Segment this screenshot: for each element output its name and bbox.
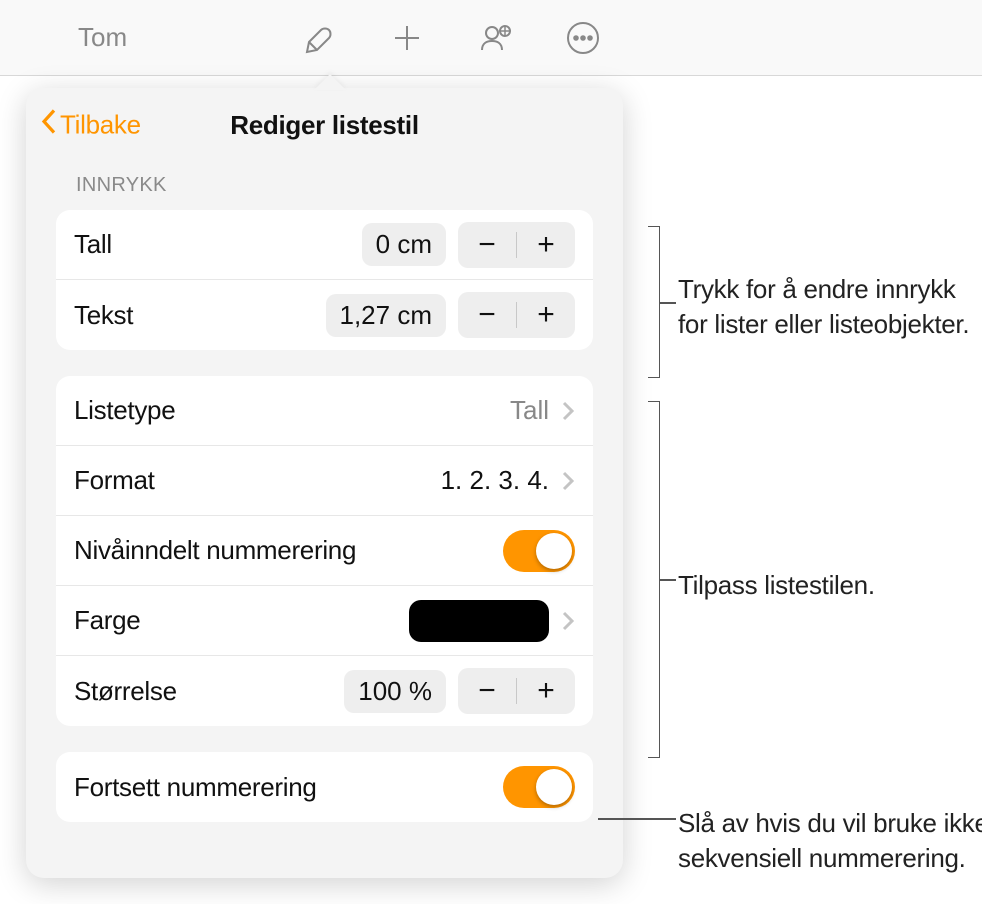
style-card: Listetype Tall Format 1. 2. 3. 4. Nivåin…: [56, 376, 593, 726]
callout-line: [598, 818, 676, 820]
continue-numbering-row: Fortsett nummerering: [56, 752, 593, 822]
size-label: Størrelse: [74, 676, 177, 707]
callout-line: [660, 579, 676, 581]
back-label: Tilbake: [60, 110, 141, 141]
size-decrease-button[interactable]: −: [458, 668, 516, 714]
chevron-left-icon: [40, 108, 58, 143]
indent-card: Tall 0 cm − + Tekst 1,27 cm − +: [56, 210, 593, 350]
color-label: Farge: [74, 605, 140, 636]
continue-numbering-toggle[interactable]: [503, 766, 575, 808]
toggle-knob: [536, 769, 572, 805]
indent-text-decrease-button[interactable]: −: [458, 292, 516, 338]
chevron-right-icon: [561, 400, 575, 422]
size-increase-button[interactable]: +: [517, 668, 575, 714]
indent-text-increase-button[interactable]: +: [517, 292, 575, 338]
toolbar-icons: [300, 19, 602, 57]
list-type-row[interactable]: Listetype Tall: [56, 376, 593, 446]
toggle-knob: [536, 533, 572, 569]
indent-section-label: INNRYKK: [26, 162, 623, 205]
continue-numbering-label: Fortsett nummerering: [74, 772, 317, 803]
more-icon[interactable]: [564, 19, 602, 57]
size-stepper: − +: [458, 668, 575, 714]
callout-bracket: [648, 226, 660, 378]
indent-text-label: Tekst: [74, 300, 133, 331]
format-row[interactable]: Format 1. 2. 3. 4.: [56, 446, 593, 516]
callout-continue: Slå av hvis du vil bruke ikke-sekvensiel…: [678, 806, 982, 876]
continue-card: Fortsett nummerering: [56, 752, 593, 822]
indent-number-label: Tall: [74, 229, 112, 260]
callout-style: Tilpass listestilen.: [678, 568, 978, 603]
popover-title: Rediger listestil: [230, 110, 419, 141]
color-swatch: [409, 600, 549, 642]
callout-indent: Trykk for å endre innrykk for lister ell…: [678, 272, 978, 342]
list-type-value: Tall: [510, 395, 549, 426]
tiered-numbering-label: Nivåinndelt nummerering: [74, 535, 356, 566]
toolbar: Tom: [0, 0, 982, 76]
callout-line: [660, 302, 676, 304]
document-title[interactable]: Tom: [78, 22, 127, 53]
indent-text-row: Tekst 1,27 cm − +: [56, 280, 593, 350]
tiered-numbering-toggle[interactable]: [503, 530, 575, 572]
tiered-numbering-row: Nivåinndelt nummerering: [56, 516, 593, 586]
collaborate-icon[interactable]: [476, 19, 514, 57]
indent-number-increase-button[interactable]: +: [517, 222, 575, 268]
indent-text-value[interactable]: 1,27 cm: [326, 294, 447, 337]
back-button[interactable]: Tilbake: [40, 108, 141, 143]
format-label: Format: [74, 465, 155, 496]
indent-number-decrease-button[interactable]: −: [458, 222, 516, 268]
indent-number-stepper: − +: [458, 222, 575, 268]
color-row[interactable]: Farge: [56, 586, 593, 656]
chevron-right-icon: [561, 470, 575, 492]
plus-icon[interactable]: [388, 19, 426, 57]
size-value[interactable]: 100 %: [344, 670, 446, 713]
format-value: 1. 2. 3. 4.: [441, 465, 549, 496]
format-brush-icon[interactable]: [300, 19, 338, 57]
popover-header: Tilbake Rediger listestil: [26, 88, 623, 162]
edit-list-style-popover: Tilbake Rediger listestil INNRYKK Tall 0…: [26, 88, 623, 878]
chevron-right-icon: [561, 610, 575, 632]
size-row: Størrelse 100 % − +: [56, 656, 593, 726]
callout-bracket: [648, 401, 660, 758]
indent-number-row: Tall 0 cm − +: [56, 210, 593, 280]
indent-number-value[interactable]: 0 cm: [362, 223, 446, 266]
indent-text-stepper: − +: [458, 292, 575, 338]
list-type-label: Listetype: [74, 395, 175, 426]
